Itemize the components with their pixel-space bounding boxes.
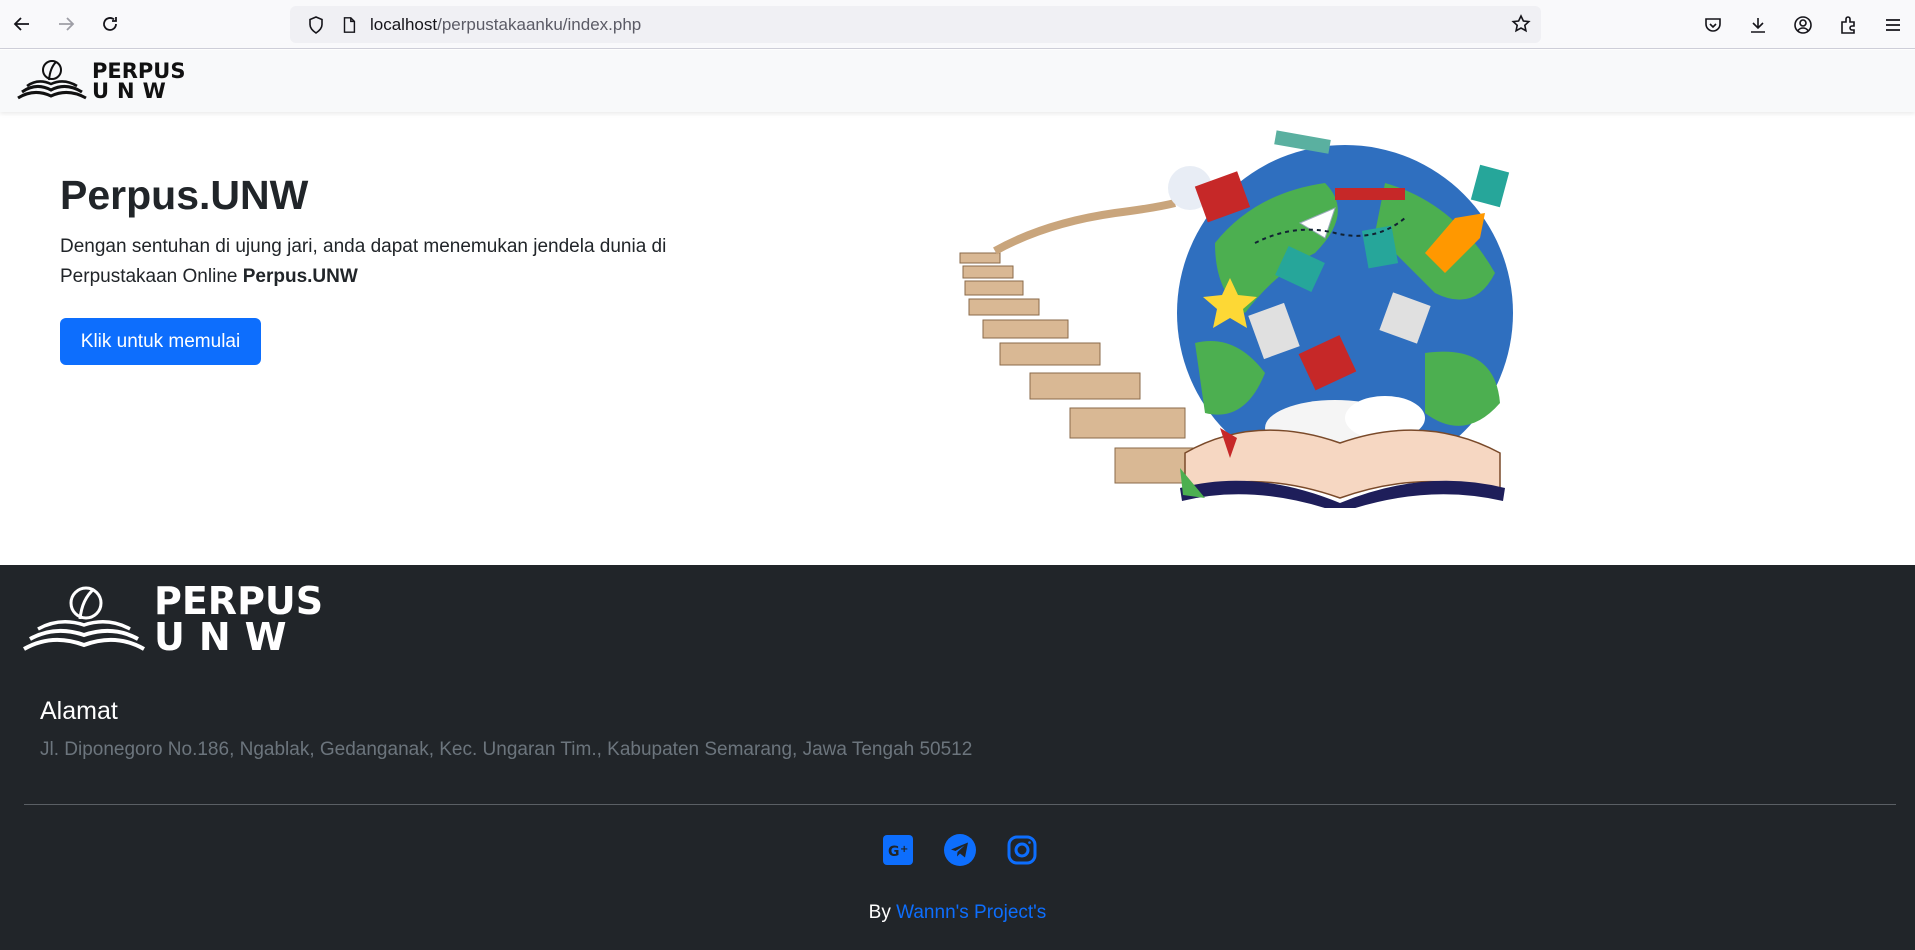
instagram-icon[interactable] xyxy=(1005,833,1039,867)
address-title: Alamat xyxy=(40,697,118,725)
account-icon[interactable] xyxy=(1780,15,1825,35)
footer-logo-line1: PERPUS xyxy=(154,579,324,623)
page-icon xyxy=(334,16,364,34)
shield-icon[interactable] xyxy=(298,15,334,35)
svg-text:+: + xyxy=(900,844,908,855)
footer: PERPUS UNW Alamat Jl. Diponegoro No.186,… xyxy=(0,565,1915,950)
browser-toolbar: localhost/perpustakaanku/index.php xyxy=(0,0,1915,49)
download-icon[interactable] xyxy=(1735,15,1780,35)
navbar-logo[interactable]: PERPUS UNW xyxy=(14,58,185,102)
open-book-quill-logo-icon xyxy=(23,586,145,651)
hero-description-text: Dengan sentuhan di ujung jari, anda dapa… xyxy=(60,236,667,287)
pocket-icon[interactable] xyxy=(1690,15,1735,35)
footer-logo: PERPUS UNW xyxy=(20,579,324,660)
address-text: Jl. Diponegoro No.186, Ngablak, Gedangan… xyxy=(40,739,973,760)
arrow-right-icon xyxy=(59,17,75,31)
back-button[interactable] xyxy=(0,0,44,49)
forward-button[interactable] xyxy=(44,0,88,49)
reload-icon xyxy=(103,17,117,31)
social-links: G + xyxy=(881,833,1039,867)
footer-logo-text: PERPUS UNW xyxy=(154,579,324,660)
url-path: /perpustakaanku/index.php xyxy=(437,14,642,34)
extensions-icon[interactable] xyxy=(1825,15,1870,35)
open-book-quill-logo-icon xyxy=(17,60,87,100)
start-button[interactable]: Klik untuk memulai xyxy=(60,318,261,365)
credit-link[interactable]: Wannn's Project's xyxy=(896,902,1046,923)
site-navbar: PERPUS UNW xyxy=(0,50,1915,112)
url-text[interactable]: localhost/perpustakaanku/index.php xyxy=(370,15,641,35)
navbar-logo-line2: UNW xyxy=(92,79,174,104)
credit-prefix: By xyxy=(868,902,891,923)
hero-title: Perpus.UNW xyxy=(60,172,309,218)
url-host: localhost xyxy=(370,14,438,34)
footer-logo-line2: UNW xyxy=(154,615,301,660)
reload-button[interactable] xyxy=(88,0,132,49)
telegram-icon[interactable] xyxy=(943,833,977,867)
hero-illustration xyxy=(959,130,1513,508)
navbar-logo-text: PERPUS UNW xyxy=(92,61,185,104)
svg-text:G: G xyxy=(888,844,900,860)
footer-divider xyxy=(24,804,1896,805)
toolbar-right xyxy=(1690,0,1915,49)
google-plus-icon[interactable]: G + xyxy=(881,833,915,867)
address-bar[interactable]: localhost/perpustakaanku/index.php xyxy=(290,6,1541,43)
menu-icon[interactable] xyxy=(1870,15,1915,35)
bookmark-star-icon[interactable] xyxy=(1511,14,1531,39)
hero-description: Dengan sentuhan di ujung jari, anda dapa… xyxy=(60,232,740,292)
hero-description-bold: Perpus.UNW xyxy=(242,266,358,287)
credit: By Wannn's Project's xyxy=(0,902,1915,924)
arrow-left-icon xyxy=(13,17,29,31)
